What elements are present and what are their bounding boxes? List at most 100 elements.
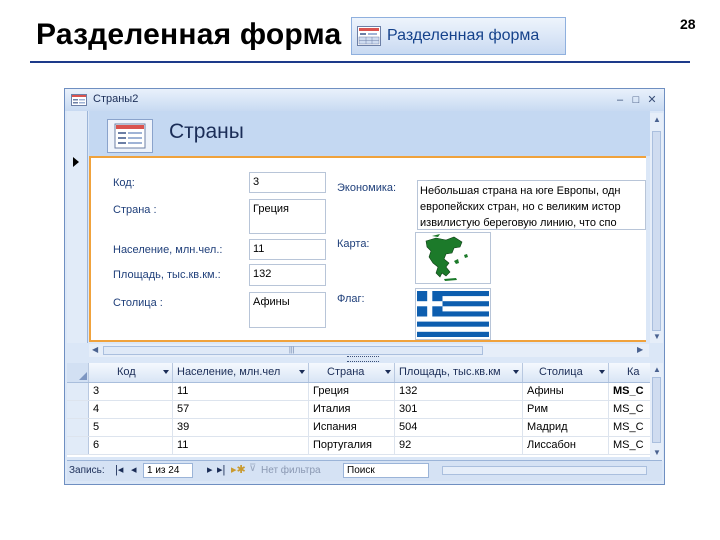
cell-code[interactable]: 5 [89,419,173,436]
cell-area[interactable]: 301 [395,401,523,418]
cell-country[interactable]: Португалия [309,437,395,454]
sort-dropdown-icon[interactable] [513,370,519,374]
sort-dropdown-icon[interactable] [299,370,305,374]
cell-code[interactable]: 3 [89,383,173,400]
scroll-right-icon[interactable]: ▶ [637,345,643,354]
page-number: 28 [680,16,696,32]
access-form-window: Страны2 ‒ □ ✕ Страны Код: 3 Страна : Гре… [64,88,665,485]
last-record-icon[interactable]: ▸| [217,463,225,476]
scroll-down-icon[interactable]: ▼ [653,332,661,341]
cell-country[interactable]: Италия [309,401,395,418]
first-record-icon[interactable]: |◂ [115,463,123,476]
form-title: Страны [169,120,244,143]
economy-line: европейских стран, но с великим истор [420,201,621,213]
close-icon[interactable]: ✕ [645,93,659,107]
table-row[interactable]: 6 11 Португалия 92 Лиссабон MS_C [67,437,650,455]
cell-code[interactable]: 4 [89,401,173,418]
row-selector[interactable] [67,437,89,454]
row-selector[interactable] [67,419,89,436]
country-field[interactable]: Греция [249,199,326,234]
cell-area[interactable]: 92 [395,437,523,454]
country-label: Страна : [113,204,157,216]
cell-population[interactable]: 11 [173,383,309,400]
column-header-code[interactable]: Код [89,363,173,382]
window-title: Страны2 [93,93,139,105]
form-header-icon [107,119,153,153]
column-header-label: Население, млн.чел [177,366,281,378]
form-vertical-scroll-thumb[interactable] [652,131,661,331]
column-header-label: Столица [539,366,583,378]
capital-field[interactable]: Афины [249,292,326,328]
cell-area[interactable]: 504 [395,419,523,436]
economy-label: Экономика: [337,182,397,194]
row-selector[interactable] [67,383,89,400]
flag-image-frame[interactable] [415,288,491,340]
record-navigation-bar: Запись: |◂ ◂ 1 из 24 ▸ ▸| ▸✱ ⊽ Нет фильт… [67,460,662,481]
cell-extra[interactable]: MS_C [609,401,650,418]
cell-extra[interactable]: MS_C [609,437,650,454]
column-header-extra[interactable]: Ка [609,363,650,382]
split-form-icon [357,26,381,46]
column-header-area[interactable]: Площадь, тыс.кв.км [395,363,523,382]
row-selector[interactable] [67,401,89,418]
record-label: Запись: [69,465,105,476]
table-row[interactable]: 5 39 Испания 504 Мадрид MS_C [67,419,650,437]
cell-extra[interactable]: MS_C [609,383,650,400]
cell-capital[interactable]: Лиссабон [523,437,609,454]
cell-population[interactable]: 57 [173,401,309,418]
filter-icon[interactable]: ⊽ [249,463,256,474]
column-header-label: Код [117,366,136,378]
column-header-population[interactable]: Население, млн.чел [173,363,309,382]
previous-record-icon[interactable]: ◂ [131,463,137,476]
greece-map-image [425,234,468,281]
split-form-ribbon-button[interactable]: Разделенная форма [351,17,566,55]
filter-status-button[interactable]: Нет фильтра [261,465,321,476]
cell-capital[interactable]: Мадрид [523,419,609,436]
new-record-icon[interactable]: ▸✱ [231,463,246,476]
datasheet-scroll-thumb[interactable] [652,377,661,443]
datasheet-body: 3 11 Греция 132 Афины MS_C 4 57 Италия 3… [67,383,650,457]
splitter-grip-icon[interactable] [347,356,379,362]
table-row[interactable]: 4 57 Италия 301 Рим MS_C [67,401,650,419]
economy-line: Небольшая страна на юге Европы, одн [420,185,621,197]
navbar-horizontal-scrollbar[interactable] [442,466,647,475]
population-field[interactable]: 11 [249,239,326,260]
scroll-left-icon[interactable]: ◀ [92,345,98,354]
cell-population[interactable]: 11 [173,437,309,454]
sort-dropdown-icon[interactable] [599,370,605,374]
select-all-cell[interactable] [67,363,89,382]
map-image-frame[interactable] [415,232,491,284]
cell-population[interactable]: 39 [173,419,309,436]
search-input[interactable]: Поиск [343,463,429,478]
scroll-down-icon[interactable]: ▼ [653,448,661,457]
area-field[interactable]: 132 [249,264,326,286]
cell-country[interactable]: Испания [309,419,395,436]
cell-code[interactable]: 6 [89,437,173,454]
window-titlebar: Страны2 ‒ □ ✕ [65,89,664,111]
scroll-up-icon[interactable]: ▲ [653,365,661,374]
scroll-up-icon[interactable]: ▲ [653,115,661,124]
form-vertical-scrollbar[interactable]: ▲ ▼ [650,113,663,343]
cell-extra[interactable]: MS_C [609,419,650,436]
column-header-label: Ка [627,366,640,378]
cell-capital[interactable]: Рим [523,401,609,418]
column-header-capital[interactable]: Столица [523,363,609,382]
record-position-field[interactable]: 1 из 24 [143,463,193,478]
next-record-icon[interactable]: ▸ [207,463,213,476]
economy-memo-field[interactable]: Небольшая страна на юге Европы, одн евро… [417,180,646,230]
scroll-grip-icon: ||| [289,347,295,354]
form-horizontal-scroll-thumb[interactable]: ||| [103,346,483,355]
datasheet-vertical-scrollbar[interactable]: ▲ ▼ [650,363,663,461]
sort-dropdown-icon[interactable] [385,370,391,374]
record-selector-column[interactable] [67,111,88,343]
cell-capital[interactable]: Афины [523,383,609,400]
maximize-icon[interactable]: □ [629,93,643,107]
table-row[interactable]: 3 11 Греция 132 Афины MS_C [67,383,650,401]
code-field[interactable]: 3 [249,172,326,193]
minimize-icon[interactable]: ‒ [613,93,627,107]
cell-area[interactable]: 132 [395,383,523,400]
area-label: Площадь, тыс.кв.км.: [113,269,221,281]
column-header-country[interactable]: Страна [309,363,395,382]
sort-dropdown-icon[interactable] [163,370,169,374]
cell-country[interactable]: Греция [309,383,395,400]
